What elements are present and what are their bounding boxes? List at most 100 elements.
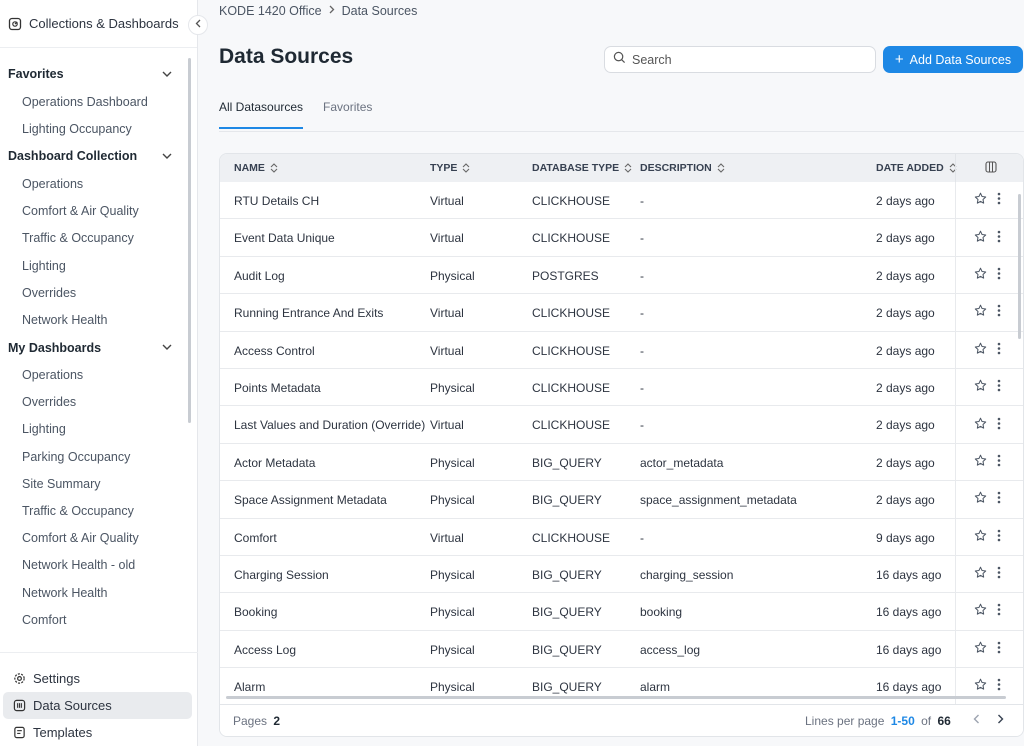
pages-info: Pages 2 xyxy=(233,714,283,728)
prev-page-button[interactable] xyxy=(973,712,980,727)
sidebar-item[interactable]: Comfort xyxy=(0,606,190,633)
more-options-icon[interactable] xyxy=(997,491,1001,507)
star-icon[interactable] xyxy=(974,304,987,320)
star-icon[interactable] xyxy=(974,678,987,694)
table-row[interactable]: Booking Physical BIG_QUERY booking 16 days a… xyxy=(220,593,1023,631)
table-row[interactable]: Running Entrance And Exits Virtual CLICKHO… xyxy=(220,294,1023,332)
more-options-icon[interactable] xyxy=(997,678,1001,694)
table-row[interactable]: Points Metadata Physical CLICKHOUSE - 2 days… xyxy=(220,368,1023,407)
more-options-icon[interactable] xyxy=(997,379,1001,395)
sidebar-item[interactable]: Lighting Occupancy xyxy=(0,115,190,142)
more-options-icon[interactable] xyxy=(997,417,1001,433)
table-row[interactable]: Access Control Virtual CLICKHOUSE - 2 days a… xyxy=(220,331,1023,369)
table-row[interactable]: Space Assignment Metadata Physical BIG_QUE… xyxy=(220,481,1023,519)
add-data-sources-button[interactable]: + Add Data Sources xyxy=(883,46,1023,73)
sidebar-item[interactable]: Network Health xyxy=(0,579,190,606)
star-icon[interactable] xyxy=(974,192,987,208)
more-options-icon[interactable] xyxy=(997,454,1001,470)
template-icon xyxy=(13,726,27,740)
star-icon[interactable] xyxy=(974,230,987,246)
more-options-icon[interactable] xyxy=(997,267,1001,283)
table-row[interactable]: Comfort Virtual CLICKHOUSE - 9 days ago xyxy=(220,518,1023,556)
sidebar-item[interactable]: Network Health xyxy=(0,306,190,333)
sidebar-scrollbar[interactable] xyxy=(188,58,191,423)
vertical-scrollbar[interactable] xyxy=(1018,194,1021,339)
search-icon xyxy=(613,51,626,69)
star-icon[interactable] xyxy=(974,267,987,283)
section-my-dashboards[interactable]: My Dashboards xyxy=(0,334,190,362)
more-options-icon[interactable] xyxy=(997,529,1001,545)
table-row[interactable]: Last Values and Duration (Override) Virtu… xyxy=(220,406,1023,444)
sidebar-item[interactable]: Lighting xyxy=(0,416,190,443)
sidebar-item[interactable]: Site Summary xyxy=(0,470,190,497)
table-row[interactable]: Charging Session Physical BIG_QUERY chargin… xyxy=(220,555,1023,594)
search-input[interactable] xyxy=(632,52,862,67)
breadcrumb-org[interactable]: KODE 1420 Office xyxy=(219,4,322,18)
collapse-sidebar-button[interactable] xyxy=(188,15,208,35)
horizontal-scrollbar[interactable] xyxy=(226,696,1006,699)
sidebar-item[interactable]: Comfort & Air Quality xyxy=(0,198,190,225)
cell-database-type: CLICKHOUSE xyxy=(532,231,611,246)
pages-count: 2 xyxy=(273,714,281,728)
column-header-name[interactable]: NAME xyxy=(234,162,278,174)
section-dashboard-collection[interactable]: Dashboard Collection xyxy=(0,142,190,170)
table-row[interactable]: Alarm Physical BIG_QUERY alarm 16 days ago xyxy=(220,668,1023,706)
star-icon[interactable] xyxy=(974,529,987,545)
star-icon[interactable] xyxy=(974,491,987,507)
sidebar-item[interactable]: Comfort & Air Quality xyxy=(0,525,190,552)
column-settings-button[interactable] xyxy=(955,154,1023,182)
sidebar-bottom: Settings Data Sources Templates xyxy=(0,652,198,746)
sidebar-item-settings[interactable]: Settings xyxy=(3,665,192,692)
row-actions xyxy=(955,630,1023,668)
chevron-down-icon xyxy=(162,69,172,80)
sidebar-item[interactable]: Operations xyxy=(0,362,190,389)
tab-favorites[interactable]: Favorites xyxy=(323,100,372,129)
star-icon[interactable] xyxy=(974,641,987,657)
sidebar-item[interactable]: Traffic & Occupancy xyxy=(0,497,190,524)
sidebar-item-data-sources[interactable]: Data Sources xyxy=(3,692,192,719)
star-icon[interactable] xyxy=(974,342,987,358)
sidebar-item[interactable]: Lighting xyxy=(0,252,190,279)
table-row[interactable]: Access Log Physical BIG_QUERY access_log 16 … xyxy=(220,630,1023,669)
sidebar-item[interactable]: Traffic & Occupancy xyxy=(0,225,190,252)
more-options-icon[interactable] xyxy=(997,342,1001,358)
table-row[interactable]: Event Data Unique Virtual CLICKHOUSE - 2 day… xyxy=(220,219,1023,257)
next-page-button[interactable] xyxy=(997,712,1004,727)
more-options-icon[interactable] xyxy=(997,641,1001,657)
sidebar-item[interactable]: Operations Dashboard xyxy=(0,88,190,115)
cell-type: Physical xyxy=(430,268,475,283)
table-row[interactable]: RTU Details CH Virtual CLICKHOUSE - 2 days a… xyxy=(220,182,1023,220)
column-header-type[interactable]: TYPE xyxy=(430,162,470,174)
table-row[interactable]: Actor Metadata Physical BIG_QUERY actor_met… xyxy=(220,443,1023,482)
collections-dashboards-link[interactable]: Collections & Dashboards xyxy=(0,0,197,48)
star-icon[interactable] xyxy=(974,566,987,582)
star-icon[interactable] xyxy=(974,603,987,619)
sidebar-item[interactable]: Operations xyxy=(0,170,190,197)
more-options-icon[interactable] xyxy=(997,566,1001,582)
tab-all-datasources[interactable]: All Datasources xyxy=(219,100,304,129)
sidebar-item[interactable]: Parking Occupancy xyxy=(0,443,190,470)
breadcrumb-current: Data Sources xyxy=(341,4,418,18)
settings-label: Settings xyxy=(33,671,80,686)
star-icon[interactable] xyxy=(974,417,987,433)
column-header-database-type[interactable]: DATABASE TYPE xyxy=(532,162,632,174)
sidebar-item[interactable]: Overrides xyxy=(0,389,190,416)
column-header-date-added[interactable]: DATE ADDED xyxy=(876,162,957,174)
table-row[interactable]: Audit Log Physical POSTGRES - 2 days ago xyxy=(220,256,1023,295)
sidebar-item[interactable]: Overrides xyxy=(0,279,190,306)
more-options-icon[interactable] xyxy=(997,230,1001,246)
more-options-icon[interactable] xyxy=(997,304,1001,320)
column-header-label: DATE ADDED xyxy=(876,162,944,174)
row-actions xyxy=(955,406,1023,443)
section-favorites[interactable]: Favorites xyxy=(0,60,190,88)
star-icon[interactable] xyxy=(974,454,987,470)
sidebar-item-templates[interactable]: Templates xyxy=(3,719,192,746)
more-options-icon[interactable] xyxy=(997,603,1001,619)
cell-description: booking xyxy=(640,605,683,620)
sidebar-item[interactable]: Network Health - old xyxy=(0,552,190,579)
more-options-icon[interactable] xyxy=(997,192,1001,208)
lines-range[interactable]: 1-50 xyxy=(891,714,915,728)
column-header-description[interactable]: DESCRIPTION xyxy=(640,162,725,174)
star-icon[interactable] xyxy=(974,379,987,395)
search-box[interactable] xyxy=(604,46,876,73)
